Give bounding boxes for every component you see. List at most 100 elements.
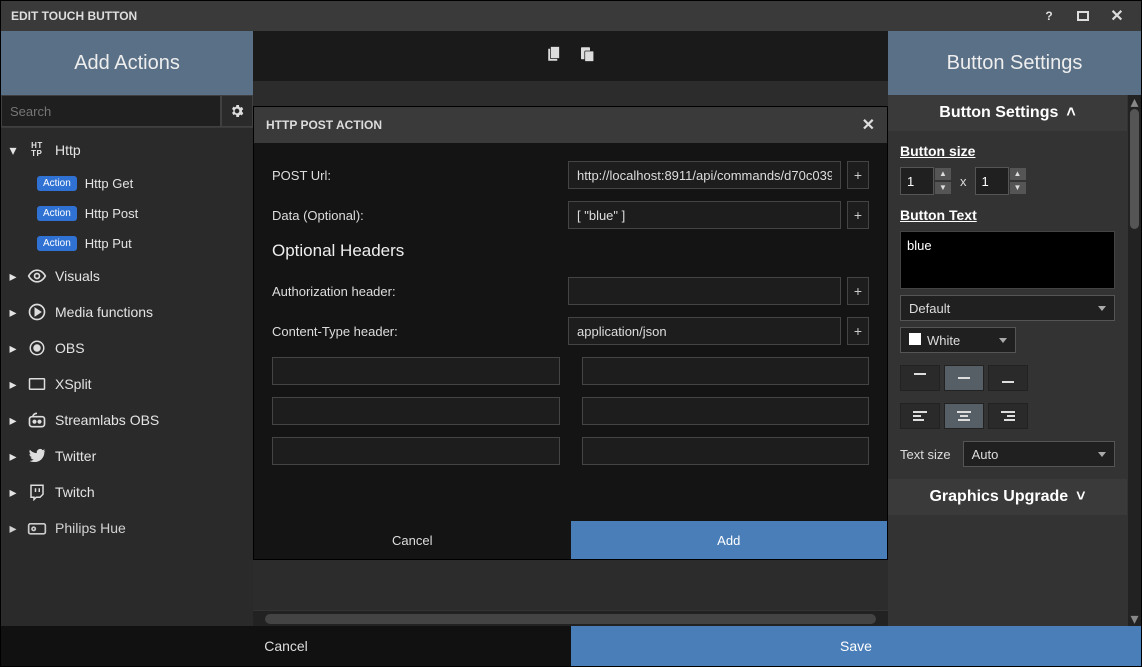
save-button[interactable]: Save bbox=[571, 626, 1141, 666]
chevron-up-icon: ˄ bbox=[1066, 104, 1075, 122]
header-key-input-1[interactable] bbox=[272, 357, 560, 385]
gear-icon bbox=[229, 103, 245, 119]
accordion-button-settings[interactable]: Button Settings ˄ bbox=[888, 95, 1127, 131]
width-up-button[interactable]: ▲ bbox=[934, 167, 952, 181]
accordion-graphics-upgrade[interactable]: Graphics Upgrade ˅ bbox=[888, 479, 1127, 515]
ctype-header-label: Content-Type header: bbox=[272, 324, 562, 339]
header-key-input-3[interactable] bbox=[272, 437, 560, 465]
help-button[interactable]: ? bbox=[1035, 6, 1063, 26]
modal-titlebar: HTTP POST ACTION ✕ bbox=[254, 107, 887, 143]
width-down-button[interactable]: ▼ bbox=[934, 181, 952, 195]
copy-icon[interactable] bbox=[546, 44, 564, 69]
valign-top-button[interactable] bbox=[900, 365, 940, 391]
xsplit-icon bbox=[25, 372, 49, 396]
font-select[interactable]: Default bbox=[900, 295, 1115, 321]
tree-item-slobs[interactable]: ▸ Streamlabs OBS bbox=[1, 402, 253, 438]
chevron-right-icon: ▸ bbox=[7, 340, 19, 357]
tree-item-visuals[interactable]: ▸ Visuals bbox=[1, 258, 253, 294]
textsize-label: Text size bbox=[900, 447, 951, 462]
chevron-right-icon: ▸ bbox=[7, 520, 19, 537]
width-input[interactable] bbox=[900, 167, 934, 195]
chevron-right-icon: ▸ bbox=[7, 484, 19, 501]
height-up-button[interactable]: ▲ bbox=[1009, 167, 1027, 181]
right-panel: Button Settings Button Settings ˄ Button… bbox=[888, 31, 1141, 626]
vertical-scrollbar[interactable]: ▴ ▾ bbox=[1127, 95, 1141, 626]
tree-child-http-put[interactable]: Action Http Put bbox=[1, 228, 253, 258]
tree-item-twitch[interactable]: ▸ Twitch bbox=[1, 474, 253, 510]
header-val-input-3[interactable] bbox=[582, 437, 870, 465]
halign-right-button[interactable] bbox=[988, 403, 1028, 429]
streamlabs-icon bbox=[25, 408, 49, 432]
post-url-input[interactable] bbox=[568, 161, 841, 189]
optional-headers-title: Optional Headers bbox=[272, 241, 869, 261]
chevron-down-icon bbox=[1098, 452, 1106, 457]
tree-item-http[interactable]: ▾ HTTP Http bbox=[1, 132, 253, 168]
settings-button[interactable] bbox=[221, 95, 253, 127]
valign-bottom-icon bbox=[999, 371, 1017, 385]
width-spinner[interactable]: ▲▼ bbox=[900, 167, 952, 195]
action-badge: Action bbox=[37, 236, 77, 251]
header-val-input-1[interactable] bbox=[582, 357, 870, 385]
maximize-icon bbox=[1077, 11, 1089, 21]
tree-item-obs[interactable]: ▸ OBS bbox=[1, 330, 253, 366]
align-left-icon bbox=[911, 409, 929, 423]
chevron-right-icon: ▸ bbox=[7, 268, 19, 285]
search-input[interactable] bbox=[1, 95, 221, 127]
paste-icon[interactable] bbox=[578, 44, 596, 69]
height-input[interactable] bbox=[975, 167, 1009, 195]
play-icon bbox=[25, 300, 49, 324]
http-icon: HTTP bbox=[25, 138, 49, 162]
height-down-button[interactable]: ▼ bbox=[1009, 181, 1027, 195]
scroll-up-icon[interactable]: ▴ bbox=[1128, 95, 1141, 109]
valign-group bbox=[888, 359, 1127, 397]
chevron-down-icon bbox=[999, 338, 1007, 343]
auth-header-input[interactable] bbox=[568, 277, 841, 305]
halign-left-button[interactable] bbox=[900, 403, 940, 429]
twitter-icon bbox=[25, 444, 49, 468]
data-input[interactable] bbox=[568, 201, 841, 229]
close-button[interactable]: ✕ bbox=[1103, 6, 1131, 26]
ctype-plus-button[interactable]: + bbox=[847, 317, 869, 345]
tree-child-http-post[interactable]: Action Http Post bbox=[1, 198, 253, 228]
textsize-select[interactable]: Auto bbox=[963, 441, 1115, 467]
size-separator: x bbox=[960, 174, 967, 189]
header-key-input-2[interactable] bbox=[272, 397, 560, 425]
valign-bottom-button[interactable] bbox=[988, 365, 1028, 391]
post-url-plus-button[interactable]: + bbox=[847, 161, 869, 189]
chevron-right-icon: ▸ bbox=[7, 448, 19, 465]
cancel-button[interactable]: Cancel bbox=[1, 626, 571, 666]
modal-cancel-button[interactable]: Cancel bbox=[254, 521, 571, 559]
data-plus-button[interactable]: + bbox=[847, 201, 869, 229]
auth-header-label: Authorization header: bbox=[272, 284, 562, 299]
tree-item-hue[interactable]: ▸ Philips Hue bbox=[1, 510, 253, 546]
eye-icon bbox=[25, 264, 49, 288]
maximize-button[interactable] bbox=[1069, 6, 1097, 26]
post-url-label: POST Url: bbox=[272, 168, 562, 183]
chevron-right-icon: ▸ bbox=[7, 304, 19, 321]
scroll-down-icon[interactable]: ▾ bbox=[1128, 612, 1141, 626]
header-val-input-2[interactable] bbox=[582, 397, 870, 425]
tree-child-http-get[interactable]: Action Http Get bbox=[1, 168, 253, 198]
data-label: Data (Optional): bbox=[272, 208, 562, 223]
actions-tree: ▾ HTTP Http Action Http Get Action Http … bbox=[1, 128, 253, 626]
chevron-down-icon: ▾ bbox=[7, 142, 19, 159]
halign-center-button[interactable] bbox=[944, 403, 984, 429]
valign-middle-button[interactable] bbox=[944, 365, 984, 391]
ctype-header-input[interactable] bbox=[568, 317, 841, 345]
action-badge: Action bbox=[37, 206, 77, 221]
horizontal-scrollbar[interactable] bbox=[253, 610, 888, 626]
align-center-icon bbox=[955, 409, 973, 423]
modal-close-button[interactable]: ✕ bbox=[862, 115, 875, 135]
auth-plus-button[interactable]: + bbox=[847, 277, 869, 305]
action-badge: Action bbox=[37, 176, 77, 191]
align-right-icon bbox=[999, 409, 1017, 423]
color-select[interactable]: White bbox=[900, 327, 1016, 353]
button-text-title: Button Text bbox=[900, 207, 1127, 223]
tree-item-xsplit[interactable]: ▸ XSplit bbox=[1, 366, 253, 402]
button-text-input[interactable]: blue bbox=[900, 231, 1115, 289]
button-settings-header: Button Settings bbox=[888, 31, 1141, 95]
modal-add-button[interactable]: Add bbox=[571, 521, 888, 559]
tree-item-twitter[interactable]: ▸ Twitter bbox=[1, 438, 253, 474]
tree-item-media[interactable]: ▸ Media functions bbox=[1, 294, 253, 330]
height-spinner[interactable]: ▲▼ bbox=[975, 167, 1027, 195]
